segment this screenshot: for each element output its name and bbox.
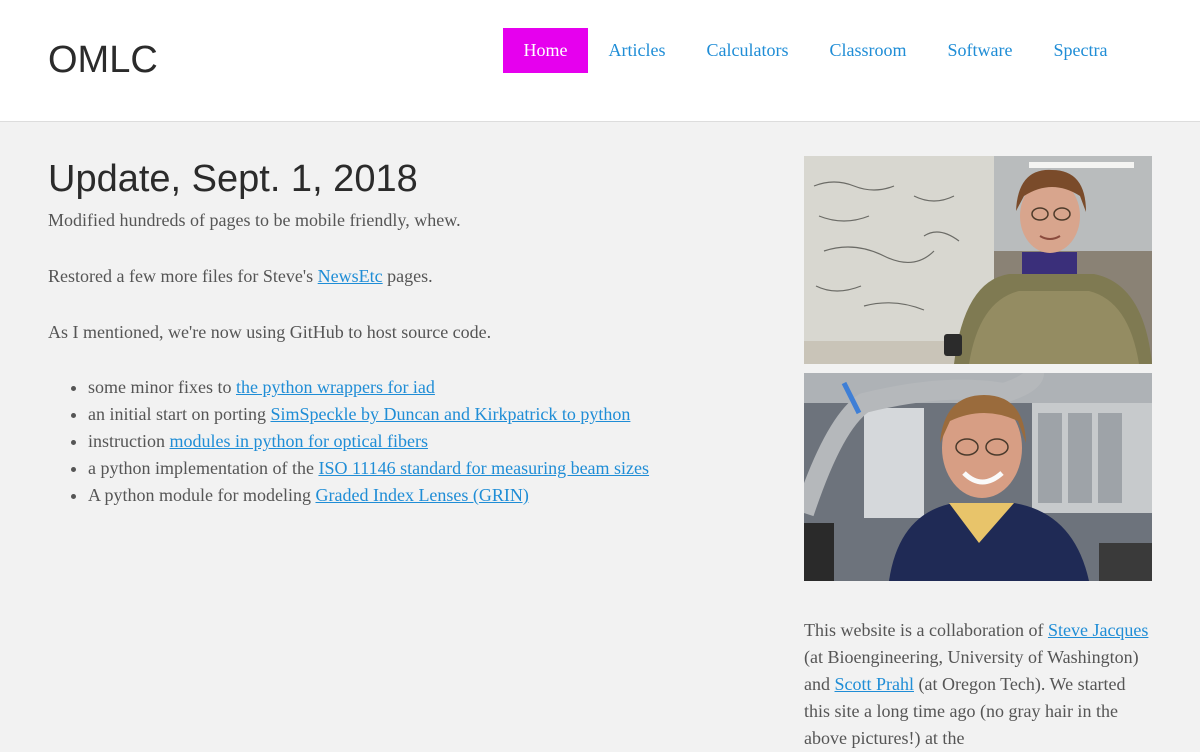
simspeckle-link[interactable]: SimSpeckle by Duncan and Kirkpatrick to …: [270, 404, 630, 424]
steve-jacques-photo-illustration: [804, 156, 1152, 364]
page-title: Update, Sept. 1, 2018: [48, 158, 418, 200]
list-item: an initial start on porting SimSpeckle b…: [88, 401, 708, 428]
nav-software[interactable]: Software: [927, 28, 1033, 73]
grin-lenses-link[interactable]: Graded Index Lenses (GRIN): [315, 485, 528, 505]
github-projects-list: some minor fixes to the python wrappers …: [48, 374, 708, 509]
nav-spectra[interactable]: Spectra: [1033, 28, 1128, 73]
list-item-text: some minor fixes to: [88, 377, 236, 397]
list-item-text: instruction: [88, 431, 170, 451]
newsetc-link[interactable]: NewsEtc: [318, 266, 383, 286]
paragraph-text: pages.: [382, 266, 433, 286]
scott-prahl-link[interactable]: Scott Prahl: [835, 674, 915, 694]
list-item: instruction modules in python for optica…: [88, 428, 708, 455]
list-item: some minor fixes to the python wrappers …: [88, 374, 708, 401]
iso-11146-link[interactable]: ISO 11146 standard for measuring beam si…: [318, 458, 649, 478]
list-item-text: a python implementation of the: [88, 458, 319, 478]
steve-jacques-photo: [804, 156, 1152, 364]
main-nav: Home Articles Calculators Classroom Soft…: [503, 28, 1128, 73]
steve-jacques-link[interactable]: Steve Jacques: [1048, 620, 1148, 640]
nav-classroom[interactable]: Classroom: [809, 28, 927, 73]
nav-calculators[interactable]: Calculators: [686, 28, 809, 73]
update-paragraph-github: As I mentioned, we're now using GitHub t…: [48, 322, 492, 342]
update-paragraph-newsetc: Restored a few more files for Steve's Ne…: [48, 262, 708, 290]
about-text: This website is a collaboration of: [804, 620, 1048, 640]
list-item: A python module for modeling Graded Inde…: [88, 482, 708, 509]
list-item-text: an initial start on porting: [88, 404, 271, 424]
main-content: Update, Sept. 1, 2018 Modified hundreds …: [48, 150, 708, 509]
list-item-text: A python module for modeling: [88, 485, 316, 505]
scott-prahl-photo-illustration: [804, 373, 1152, 581]
nav-home[interactable]: Home: [503, 28, 588, 73]
paragraph-text: Restored a few more files for Steve's: [48, 266, 318, 286]
site-header: OMLC Home Articles Calculators Classroom…: [0, 0, 1200, 122]
site-about-text: This website is a collaboration of Steve…: [804, 617, 1152, 752]
scott-prahl-photo: [804, 373, 1152, 581]
list-item: a python implementation of the ISO 11146…: [88, 455, 708, 482]
nav-articles[interactable]: Articles: [588, 28, 686, 73]
update-paragraph-mobile: Modified hundreds of pages to be mobile …: [48, 210, 461, 230]
iad-python-wrappers-link[interactable]: the python wrappers for iad: [236, 377, 435, 397]
site-logo[interactable]: OMLC: [48, 38, 158, 82]
optical-fibers-modules-link[interactable]: modules in python for optical fibers: [170, 431, 428, 451]
